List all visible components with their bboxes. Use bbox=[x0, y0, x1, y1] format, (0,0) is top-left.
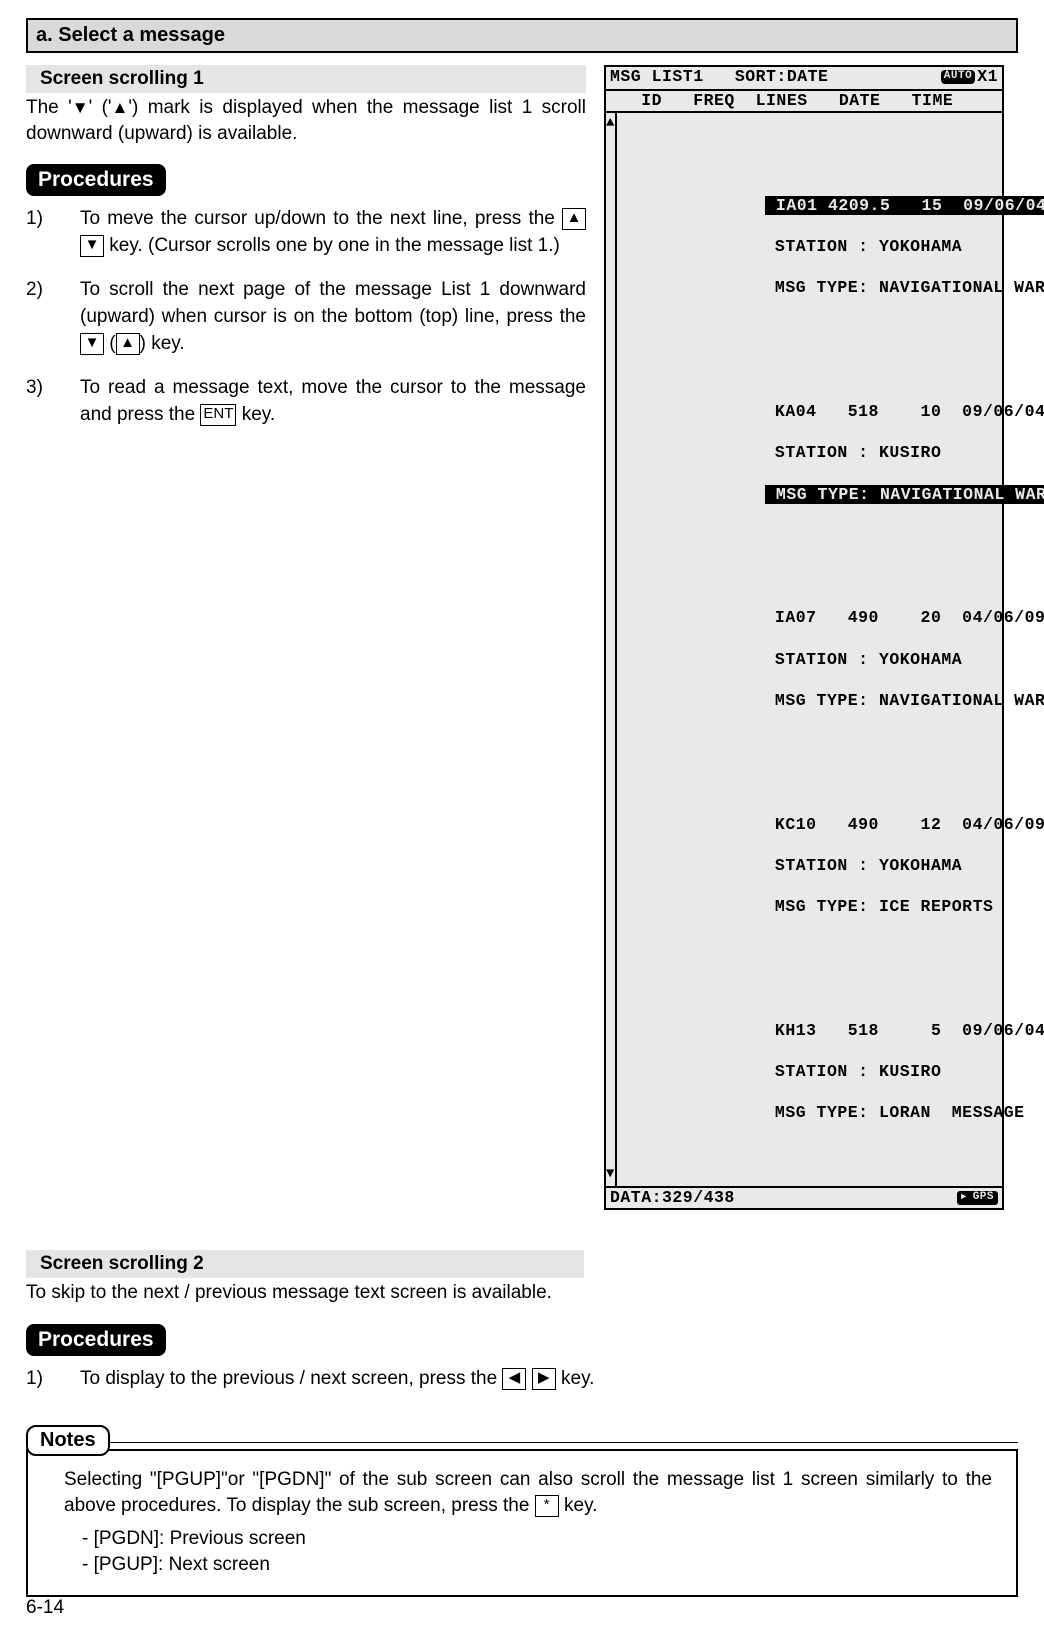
proc1-item-3: 3) To read a message text, move the curs… bbox=[26, 375, 586, 428]
list-item: KH13 518 5 09/06/04 05:34 STATION : KUSI… bbox=[619, 1000, 1044, 1144]
down-arrow-key-icon: ▼ bbox=[80, 235, 104, 257]
proc2-item-1-text-a: To display to the previous / next screen… bbox=[80, 1368, 502, 1389]
list-item: IA01 4209.5 15 09/06/04 12:34 STATION : … bbox=[619, 175, 1044, 319]
notes-body: Selecting "[PGUP]"or "[PGDN]" of the sub… bbox=[26, 1449, 1018, 1597]
proc1-item-3-text-a: To read a message text, move the cursor … bbox=[80, 377, 586, 425]
up-arrow-key-icon: ▲ bbox=[562, 208, 586, 230]
list-item-msgtype: MSG TYPE: NAVIGATIONAL WARNINGS bbox=[765, 485, 1044, 504]
device-data-count: DATA:329/438 bbox=[610, 1188, 735, 1209]
device-scroll-arrows: ▲ ▼ bbox=[606, 113, 615, 1186]
proc1-item-2-paren-close: ) key. bbox=[140, 333, 185, 354]
proc2-item-1: 1) To display to the previous / next scr… bbox=[26, 1366, 1018, 1393]
procedures-label-1: Procedures bbox=[26, 164, 166, 196]
star-key-icon: * bbox=[535, 1495, 559, 1517]
intro-text-a: The ' bbox=[26, 97, 72, 118]
scroll-down-icon: ▼ bbox=[606, 1166, 615, 1184]
notes-list-item: [PGDN]: Previous screen bbox=[82, 1526, 992, 1553]
proc1-item-2-num: 2) bbox=[26, 277, 66, 304]
device-top-right: X1 bbox=[977, 67, 998, 88]
list-item-row: IA01 4209.5 15 09/06/04 12:34 bbox=[765, 196, 1044, 215]
proc1-item-1-text-b: key. (Cursor scrolls one by one in the m… bbox=[109, 235, 560, 256]
left-arrow-key-icon: ◀ bbox=[502, 1368, 526, 1390]
device-data-bar: DATA:329/438 GPS bbox=[606, 1186, 1002, 1209]
down-arrow-key-icon: ▼ bbox=[80, 333, 104, 355]
screen-scrolling-2-title: Screen scrolling 2 bbox=[26, 1250, 584, 1278]
page-number: 6-14 bbox=[26, 1597, 64, 1619]
gps-badge-icon: GPS bbox=[957, 1191, 998, 1205]
proc1-item-1: 1) To meve the cursor up/down to the nex… bbox=[26, 206, 586, 259]
list-item-msgtype: MSG TYPE: ICE REPORTS bbox=[765, 897, 994, 916]
list-item-row: IA07 490 20 04/06/09 09:34 bbox=[765, 608, 1044, 627]
list-item-station: STATION : KUSIRO bbox=[765, 1062, 942, 1081]
up-mark-icon: ▲ bbox=[112, 99, 129, 116]
notes-list-item: [PGUP]: Next screen bbox=[82, 1552, 992, 1579]
proc1-item-2-text-a: To scroll the next page of the message L… bbox=[80, 279, 586, 327]
down-mark-icon: ▼ bbox=[72, 99, 89, 116]
section-header: a. Select a message bbox=[26, 18, 1018, 53]
list-item-msgtype: MSG TYPE: LORAN MESSAGE bbox=[765, 1103, 1025, 1122]
list-item-msgtype: MSG TYPE: NAVIGATIONAL WARNINGS bbox=[765, 691, 1044, 710]
list-item-row: KA04 518 10 09/06/04 10:34 bbox=[765, 402, 1044, 421]
auto-badge-icon: AUTO bbox=[941, 70, 975, 84]
right-arrow-key-icon: ▶ bbox=[532, 1368, 556, 1390]
list-item-station: STATION : YOKOHAMA bbox=[765, 237, 963, 256]
intro-text-b: ' (' bbox=[89, 97, 112, 118]
procedures-list-1: 1) To meve the cursor up/down to the nex… bbox=[26, 206, 586, 428]
list-item: IA07 490 20 04/06/09 09:34 STATION : YOK… bbox=[619, 588, 1044, 732]
proc2-item-1-num: 1) bbox=[26, 1366, 66, 1393]
list-item-msgtype: MSG TYPE: NAVIGATIONAL WARNINGS bbox=[765, 278, 1044, 297]
proc1-item-3-num: 3) bbox=[26, 375, 66, 402]
device-top-bar: MSG LIST1 SORT:DATE AUTO X1 bbox=[606, 67, 1002, 91]
proc1-item-1-text-a: To meve the cursor up/down to the next l… bbox=[80, 208, 562, 229]
notes-list: [PGDN]: Previous screen [PGUP]: Next scr… bbox=[82, 1526, 992, 1579]
device-column-header: ID FREQ LINES DATE TIME bbox=[606, 91, 1002, 114]
screen-scrolling-1-title: Screen scrolling 1 bbox=[26, 65, 586, 93]
device-screen: MSG LIST1 SORT:DATE AUTO X1 ID FREQ LINE… bbox=[604, 65, 1004, 1210]
proc1-item-2: 2) To scroll the next page of the messag… bbox=[26, 277, 586, 357]
device-list: IA01 4209.5 15 09/06/04 12:34 STATION : … bbox=[615, 113, 1044, 1186]
proc1-item-1-num: 1) bbox=[26, 206, 66, 233]
notes-text-a: Selecting "[PGUP]"or "[PGDN]" of the sub… bbox=[64, 1469, 992, 1517]
list-item-station: STATION : YOKOHAMA bbox=[765, 856, 963, 875]
notes-text-b: key. bbox=[559, 1495, 598, 1516]
up-arrow-key-icon: ▲ bbox=[116, 333, 140, 355]
procedures-label-2: Procedures bbox=[26, 1324, 166, 1356]
list-item-station: STATION : YOKOHAMA bbox=[765, 650, 963, 669]
procedures-list-2: 1) To display to the previous / next scr… bbox=[26, 1366, 1018, 1393]
list-item-station: STATION : KUSIRO bbox=[765, 443, 942, 462]
list-item-row: KC10 490 12 04/06/09 05:34 bbox=[765, 815, 1044, 834]
device-title: MSG LIST1 SORT:DATE bbox=[610, 67, 828, 88]
proc1-item-3-text-b: key. bbox=[242, 404, 275, 425]
scroll1-intro: The '▼' ('▲') mark is displayed when the… bbox=[26, 95, 586, 146]
proc1-item-2-paren-open: ( bbox=[104, 333, 116, 354]
scroll2-intro: To skip to the next / previous message t… bbox=[26, 1280, 1018, 1306]
list-item: KC10 490 12 04/06/09 05:34 STATION : YOK… bbox=[619, 794, 1044, 938]
proc2-item-1-text-b: key. bbox=[561, 1368, 594, 1389]
list-item: KA04 518 10 09/06/04 10:34 STATION : KUS… bbox=[619, 381, 1044, 525]
list-item-row: KH13 518 5 09/06/04 05:34 bbox=[765, 1021, 1044, 1040]
scroll-up-icon: ▲ bbox=[606, 115, 615, 133]
notes-box: Notes Selecting "[PGUP]"or "[PGDN]" of t… bbox=[26, 1411, 1018, 1597]
ent-key-icon: ENT bbox=[200, 404, 236, 426]
notes-label: Notes bbox=[26, 1425, 110, 1456]
